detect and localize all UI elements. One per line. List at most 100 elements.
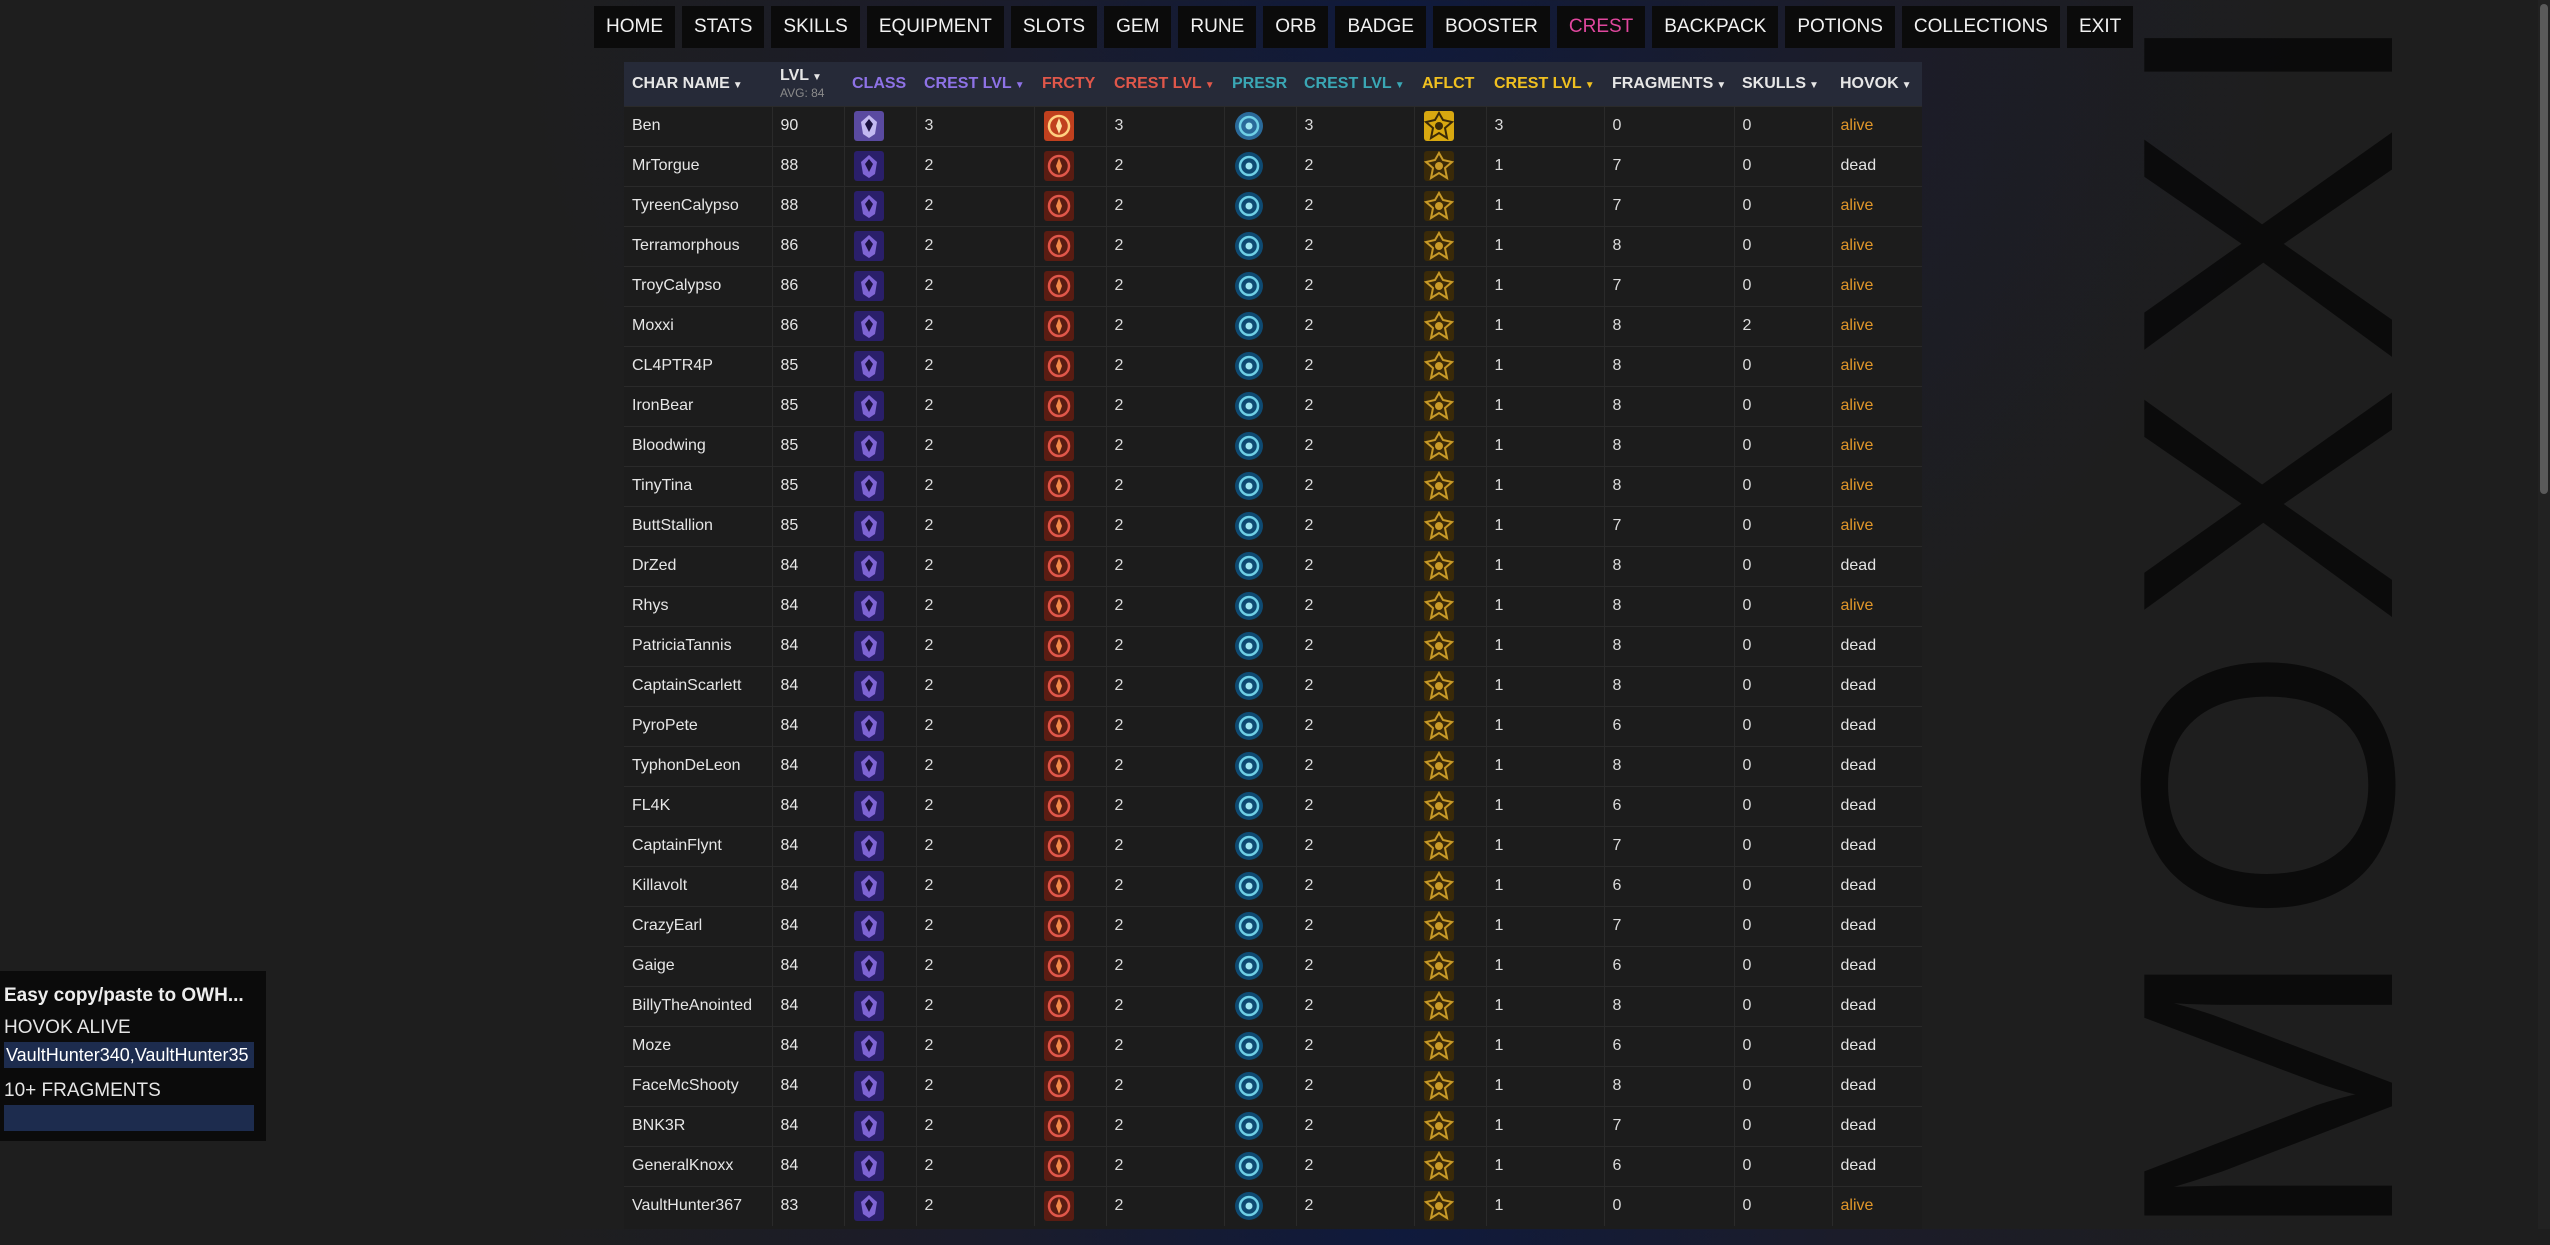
table-row: CaptainFlynt 84 2 2 2 1 7 0 dead (624, 825, 1922, 866)
col-lvl[interactable]: LVL ▼ AVG: 84 (772, 62, 844, 106)
nav-potions-button[interactable]: POTIONS (1785, 6, 1895, 48)
frcty-crest-cell (1034, 985, 1107, 1026)
nav-collections-button[interactable]: COLLECTIONS (1901, 6, 2060, 48)
page-scrollbar[interactable] (2538, 0, 2550, 1229)
class-crest-cell (844, 265, 917, 306)
col-presr-crest-lvl[interactable]: CREST LVL ▼ (1296, 62, 1414, 106)
nav-home-button[interactable]: HOME (594, 6, 675, 48)
aflct-crest-icon (1423, 430, 1478, 462)
col-fragments[interactable]: FRAGMENTS ▼ (1604, 62, 1734, 106)
lvl-cell: 84 (772, 1145, 845, 1186)
char-name-cell: IronBear (624, 385, 773, 426)
char-name-cell: Bloodwing (624, 425, 773, 466)
aflct-crest-cell (1414, 105, 1487, 146)
aflct-crest-cell (1414, 985, 1487, 1026)
lvl-cell: 85 (772, 385, 845, 426)
nav-slots-button[interactable]: SLOTS (1010, 6, 1098, 48)
presr-crest-lvl-cell: 2 (1296, 1025, 1415, 1066)
frcty-crest-icon (1043, 230, 1098, 262)
fragments-cell: 8 (1604, 305, 1735, 346)
col-frcty-crest-label: CREST LVL (1114, 74, 1202, 92)
col-hovok[interactable]: HOVOK ▼ (1832, 62, 1922, 106)
lvl-cell: 84 (772, 625, 845, 666)
aflct-crest-icon (1423, 190, 1478, 222)
sort-arrow-icon: ▼ (1716, 79, 1727, 91)
scrollbar-thumb[interactable] (2540, 4, 2548, 494)
nav-crest-button[interactable]: CREST (1556, 6, 1646, 48)
fragments-cell: 8 (1604, 585, 1735, 626)
aflct-crest-cell (1414, 265, 1487, 306)
frcty-crest-icon (1043, 870, 1098, 902)
table-row: TroyCalypso 86 2 2 2 1 7 0 alive (624, 265, 1922, 306)
presr-crest-cell (1224, 825, 1297, 866)
aflct-crest-lvl-cell: 1 (1486, 385, 1605, 426)
hovok-status-cell: dead (1832, 745, 1922, 786)
nav-exit-button[interactable]: EXIT (2066, 6, 2134, 48)
skulls-cell: 0 (1734, 465, 1833, 506)
table-row: PatriciaTannis 84 2 2 2 1 8 0 dead (624, 625, 1922, 666)
sort-arrow-icon: ▼ (1014, 79, 1025, 91)
frcty-crest-lvl-cell: 2 (1106, 225, 1225, 266)
aflct-crest-cell (1414, 545, 1487, 586)
nav-backpack-button[interactable]: BACKPACK (1652, 6, 1779, 48)
table-row: VaultHunter367 83 2 2 2 1 0 0 alive (624, 1185, 1922, 1226)
class-crest-lvl-cell: 2 (916, 465, 1035, 506)
presr-crest-lvl-cell: 2 (1296, 985, 1415, 1026)
lvl-cell: 83 (772, 1185, 845, 1226)
lvl-cell: 84 (772, 745, 845, 786)
class-crest-lvl-cell: 2 (916, 1025, 1035, 1066)
table-row: CL4PTR4P 85 2 2 2 1 8 0 alive (624, 345, 1922, 386)
presr-crest-lvl-cell: 2 (1296, 425, 1415, 466)
nav-orb-button[interactable]: ORB (1263, 6, 1329, 48)
col-aflct-crest-lvl[interactable]: CREST LVL ▼ (1486, 62, 1604, 106)
class-crest-icon (853, 670, 908, 702)
frcty-crest-lvl-cell: 2 (1106, 425, 1225, 466)
col-char-name[interactable]: CHAR NAME ▼ (624, 62, 772, 106)
char-name-cell: PatriciaTannis (624, 625, 773, 666)
nav-stats-button[interactable]: STATS (682, 6, 765, 48)
nav-rune-button[interactable]: RUNE (1178, 6, 1257, 48)
lvl-cell: 84 (772, 1025, 845, 1066)
frcty-crest-icon (1043, 150, 1098, 182)
nav-skills-button[interactable]: SKILLS (771, 6, 860, 48)
col-skulls[interactable]: SKULLS ▼ (1734, 62, 1832, 106)
frcty-crest-cell (1034, 665, 1107, 706)
presr-crest-cell (1224, 465, 1297, 506)
nav-booster-button[interactable]: BOOSTER (1432, 6, 1550, 48)
presr-crest-icon (1233, 1110, 1288, 1142)
frcty-crest-cell (1034, 225, 1107, 266)
presr-crest-icon (1233, 1190, 1288, 1222)
hovok-alive-field[interactable]: VaultHunter340,VaultHunter35 (4, 1042, 254, 1068)
lvl-cell: 85 (772, 465, 845, 506)
fragments-cell: 8 (1604, 1065, 1735, 1106)
presr-crest-cell (1224, 585, 1297, 626)
frcty-crest-cell (1034, 705, 1107, 746)
table-row: TyphonDeLeon 84 2 2 2 1 8 0 dead (624, 745, 1922, 786)
frcty-crest-cell (1034, 945, 1107, 986)
class-crest-icon (853, 750, 908, 782)
frcty-crest-cell (1034, 1025, 1107, 1066)
col-class-crest-lvl[interactable]: CREST LVL ▼ (916, 62, 1034, 106)
frcty-crest-lvl-cell: 2 (1106, 985, 1225, 1026)
col-frcty: FRCTY (1034, 62, 1106, 106)
presr-crest-icon (1233, 510, 1288, 542)
fragments-field[interactable] (4, 1105, 254, 1131)
col-frcty-crest-lvl[interactable]: CREST LVL ▼ (1106, 62, 1224, 106)
presr-crest-cell (1224, 545, 1297, 586)
aflct-crest-icon (1423, 510, 1478, 542)
char-name-cell: VaultHunter367 (624, 1185, 773, 1226)
frcty-crest-icon (1043, 990, 1098, 1022)
aflct-crest-cell (1414, 705, 1487, 746)
nav-gem-button[interactable]: GEM (1104, 6, 1172, 48)
presr-crest-lvl-cell: 2 (1296, 585, 1415, 626)
nav-badge-button[interactable]: BADGE (1335, 6, 1426, 48)
aflct-crest-cell (1414, 505, 1487, 546)
char-name-cell: FL4K (624, 785, 773, 826)
hovok-status-cell: dead (1832, 665, 1922, 706)
frcty-crest-lvl-cell: 2 (1106, 705, 1225, 746)
aflct-crest-cell (1414, 905, 1487, 946)
nav-equipment-button[interactable]: EQUIPMENT (866, 6, 1004, 48)
class-crest-icon (853, 310, 908, 342)
frcty-crest-lvl-cell: 2 (1106, 1105, 1225, 1146)
frcty-crest-lvl-cell: 2 (1106, 1145, 1225, 1186)
